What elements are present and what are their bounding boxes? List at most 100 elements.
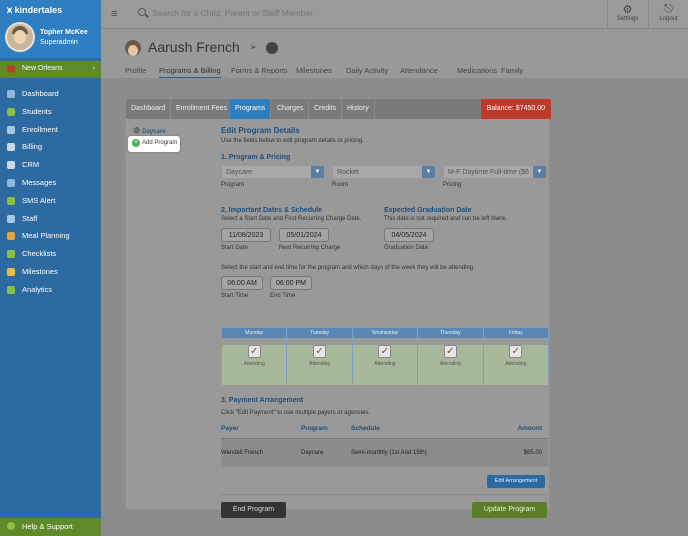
attending-label: Attending bbox=[505, 361, 527, 367]
checklist-icon bbox=[7, 250, 15, 259]
students-icon bbox=[7, 107, 15, 116]
sidebar-item-analytics[interactable]: Analytics bbox=[0, 282, 101, 298]
attending-checkbox[interactable]: ✓ bbox=[247, 345, 261, 358]
sidebar-item-milestones[interactable]: Milestones bbox=[0, 264, 101, 280]
program-cell: Daycare bbox=[301, 450, 324, 456]
child-avatar[interactable] bbox=[125, 40, 141, 56]
amount-cell: $65.00 bbox=[523, 450, 542, 456]
section-dates-schedule: 2. Important Dates & Schedule bbox=[221, 207, 323, 214]
attending-checkbox[interactable]: ✓ bbox=[313, 345, 327, 358]
sidebar-item-label: Checklists bbox=[22, 249, 57, 259]
program-select[interactable]: Daycare ▼ bbox=[221, 165, 325, 179]
schedule-cell: Semi-monthly (1st And 15th) bbox=[351, 450, 427, 456]
start-time-field[interactable]: 06:00 AM bbox=[221, 276, 263, 290]
gear-icon: ⚙ bbox=[133, 126, 141, 135]
day-column-wednesday: Wednesday ✓ Attending bbox=[352, 328, 419, 385]
payment-table-header: Payer Program Schedule Amount bbox=[221, 425, 548, 437]
sidebar-item-label: Analytics bbox=[22, 284, 53, 294]
inner-tab-history[interactable]: History bbox=[342, 99, 375, 119]
sidebar: ⩙ kindertales Topher McKee Superadmin Ne… bbox=[0, 0, 101, 536]
sidebar-item-students[interactable]: Students bbox=[0, 104, 101, 120]
day-column-thursday: Thursday ✓ Attending bbox=[418, 328, 484, 385]
search-input[interactable] bbox=[152, 8, 452, 18]
inner-tab-credits[interactable]: Credits bbox=[309, 99, 343, 119]
tab-programs-billing[interactable]: Programs & Billing bbox=[159, 66, 221, 78]
sidebar-item-crm[interactable]: CRM bbox=[0, 157, 101, 173]
inner-tab-charges[interactable]: Charges bbox=[272, 99, 310, 119]
checkmark-icon: ✓ bbox=[249, 346, 259, 357]
attending-checkbox[interactable]: ✓ bbox=[443, 345, 457, 358]
day-cell: ✓ Attending bbox=[352, 345, 418, 385]
inner-tab-enrollment-fees[interactable]: Enrollment Fees bbox=[171, 99, 233, 119]
end-time-field[interactable]: 06:00 PM bbox=[270, 276, 312, 290]
next-charge-field[interactable]: 05/01/2024 bbox=[279, 228, 329, 242]
form-title: Edit Program Details bbox=[221, 126, 300, 135]
staff-avatar[interactable] bbox=[266, 42, 278, 54]
sidebar-item-billing[interactable]: Billing bbox=[0, 139, 101, 155]
add-program-button[interactable]: + Add Program bbox=[128, 136, 180, 152]
plus-icon: + bbox=[132, 139, 140, 147]
tab-profile[interactable]: Profile bbox=[125, 66, 146, 75]
update-program-button[interactable]: Update Program bbox=[472, 502, 547, 518]
sms-icon bbox=[7, 196, 15, 205]
attending-checkbox[interactable]: ✓ bbox=[378, 345, 392, 358]
tab-family[interactable]: Family bbox=[501, 66, 523, 75]
tab-medications[interactable]: Medications bbox=[457, 66, 497, 75]
pricing-value: M-F Daytime Full-time ($6 bbox=[448, 169, 529, 176]
program-item-daycare[interactable]: ⚙ Daycare bbox=[133, 126, 166, 135]
graduation-date-field[interactable]: 04/05/2024 bbox=[384, 228, 434, 242]
menu-icon[interactable]: ≡ bbox=[111, 8, 117, 20]
avatar[interactable] bbox=[5, 22, 35, 52]
room-select[interactable]: Rocket ▼ bbox=[332, 165, 436, 179]
pricing-label: Pricing bbox=[443, 182, 462, 188]
next-charge-label: Next Recurring Charge bbox=[279, 245, 341, 251]
program-panel: Dashboard Enrollment Fees Programs Charges C… bbox=[125, 98, 551, 518]
logout-button[interactable]: ⎋ Logout bbox=[648, 0, 688, 29]
inner-tab-programs[interactable]: Programs bbox=[230, 99, 272, 119]
sidebar-item-meal-planning[interactable]: Meal Planning bbox=[0, 228, 101, 244]
location-selector[interactable]: New Orleans › bbox=[0, 61, 101, 78]
star-icon bbox=[7, 268, 15, 276]
tab-attendance[interactable]: Attendance bbox=[400, 66, 438, 75]
tab-milestones[interactable]: Milestones bbox=[296, 66, 332, 75]
tab-daily-activity[interactable]: Daily Activity bbox=[346, 66, 388, 75]
tab-forms-reports[interactable]: Forms & Reports bbox=[231, 66, 288, 75]
sidebar-item-label: Messages bbox=[22, 178, 57, 187]
crm-icon bbox=[7, 161, 15, 170]
start-time-label: Start Time bbox=[221, 293, 249, 299]
attending-checkbox[interactable]: ✓ bbox=[509, 345, 523, 358]
end-program-button[interactable]: End Program bbox=[221, 502, 286, 518]
edit-arrangement-button[interactable]: Edit Arrangement bbox=[487, 475, 545, 488]
sidebar-item-dashboard[interactable]: Dashboard bbox=[0, 86, 101, 102]
sidebar-item-sms-alert[interactable]: SMS Alert bbox=[0, 193, 101, 209]
header-schedule: Schedule bbox=[351, 425, 380, 432]
sidebar-item-label: Billing bbox=[22, 142, 43, 152]
attending-label: Attending bbox=[439, 361, 461, 367]
user-role: Superadmin bbox=[40, 39, 78, 46]
chevron-down-icon: ▼ bbox=[422, 166, 435, 178]
staff-icon bbox=[7, 214, 15, 223]
brand-logo[interactable]: ⩙ kindertales bbox=[7, 5, 62, 16]
settings-button[interactable]: ⚙ Settings bbox=[607, 0, 647, 29]
help-label: Help & Support bbox=[22, 522, 73, 531]
attending-label: Attending bbox=[374, 361, 396, 367]
location-name: New Orleans bbox=[22, 65, 63, 72]
help-support-button[interactable]: Help & Support bbox=[0, 518, 101, 536]
send-message-icon[interactable]: ➢ bbox=[249, 42, 257, 53]
days-table: Monday ✓ Attending Tuesday ✓ Attending Wednesd… bbox=[221, 327, 549, 385]
balance-badge[interactable]: Balance: $7450.00 bbox=[480, 99, 551, 119]
pricing-select[interactable]: M-F Daytime Full-time ($6 ▼ bbox=[443, 165, 547, 179]
start-date-field[interactable]: 11/08/2023 bbox=[221, 228, 271, 242]
time-note: Select the start and end time for the pr… bbox=[221, 265, 475, 271]
sidebar-item-enrollment[interactable]: Enrollment bbox=[0, 122, 101, 138]
logo-icon: ⩙ bbox=[7, 5, 13, 15]
inner-tab-dashboard[interactable]: Dashboard bbox=[126, 99, 172, 119]
sidebar-item-messages[interactable]: Messages bbox=[0, 175, 101, 191]
sidebar-item-staff[interactable]: Staff bbox=[0, 211, 101, 227]
billing-icon bbox=[7, 143, 15, 152]
day-header: Friday bbox=[483, 328, 548, 338]
sidebar-item-checklists[interactable]: Checklists bbox=[0, 246, 101, 262]
child-name: Aarush French bbox=[148, 39, 240, 55]
sidebar-item-label: Students bbox=[22, 106, 52, 116]
messages-icon bbox=[7, 179, 15, 187]
